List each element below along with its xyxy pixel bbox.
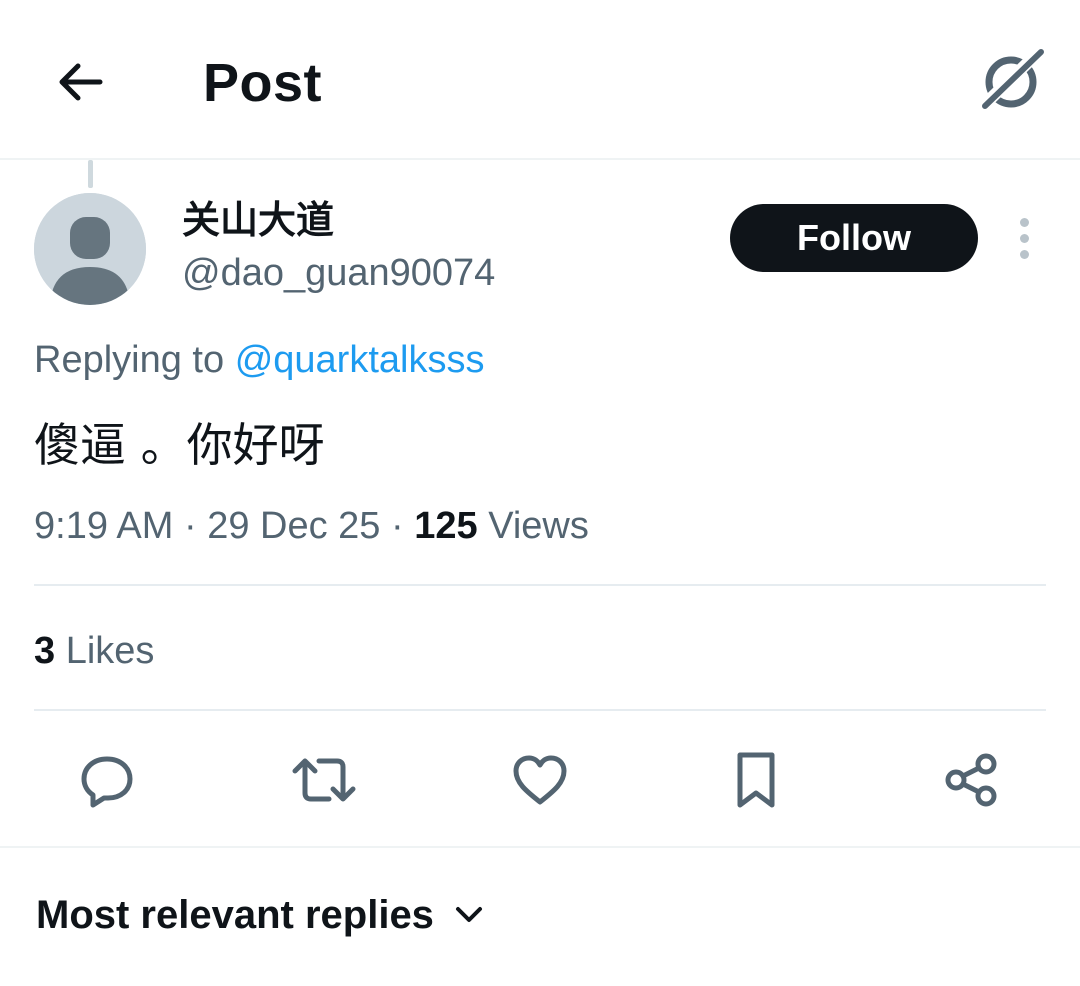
separator: · xyxy=(391,505,404,547)
views-count: 125 xyxy=(414,505,478,547)
replies-sort-dropdown[interactable]: Most relevant replies xyxy=(36,890,484,940)
replying-to-line: Replying to @quarktalksss xyxy=(34,336,484,384)
dot-icon xyxy=(1019,249,1029,259)
post-metadata: 9:19 AM · 29 Dec 25 · 125 Views xyxy=(34,502,589,550)
author-display-name[interactable]: 关山大道 xyxy=(182,198,334,244)
chevron-down-icon xyxy=(454,905,484,925)
divider xyxy=(0,846,1080,848)
replies-sort-label: Most relevant replies xyxy=(36,893,434,937)
reply-icon xyxy=(76,749,138,811)
divider xyxy=(34,709,1046,711)
thread-connector-line xyxy=(88,160,93,188)
author-handle[interactable]: @dao_guan90074 xyxy=(182,250,495,296)
divider xyxy=(34,584,1046,586)
dot-icon xyxy=(1019,217,1029,227)
arrow-left-icon xyxy=(54,56,106,108)
repost-button[interactable] xyxy=(289,745,359,815)
share-button[interactable] xyxy=(936,745,1006,815)
like-button[interactable] xyxy=(505,745,575,815)
likes-label: Likes xyxy=(65,630,155,672)
post-date[interactable]: 29 Dec 25 xyxy=(207,505,380,547)
page-title: Post xyxy=(203,53,323,113)
views-label: Views xyxy=(488,505,589,547)
repost-icon xyxy=(291,749,357,811)
post-text: 傻逼 。你好呀 xyxy=(34,418,325,472)
bookmark-button[interactable] xyxy=(721,745,791,815)
dot-icon xyxy=(1019,233,1029,243)
back-button[interactable] xyxy=(50,52,110,112)
separator: · xyxy=(183,505,197,547)
header-bar xyxy=(0,0,1080,160)
likes-summary[interactable]: 3 Likes xyxy=(34,626,154,676)
bookmark-icon xyxy=(725,749,787,811)
replying-to-mention-link[interactable]: @quarktalksss xyxy=(235,339,485,381)
replying-to-prefix: Replying to xyxy=(34,339,225,381)
grok-icon xyxy=(975,44,1047,116)
likes-count: 3 xyxy=(34,630,56,672)
more-options-button[interactable] xyxy=(1004,212,1044,264)
follow-button[interactable]: Follow xyxy=(730,204,978,272)
post-time[interactable]: 9:19 AM xyxy=(34,505,173,547)
grok-button[interactable] xyxy=(975,44,1047,116)
reply-button[interactable] xyxy=(72,745,142,815)
avatar[interactable] xyxy=(34,193,146,305)
share-icon xyxy=(940,749,1002,811)
heart-icon xyxy=(509,749,571,811)
